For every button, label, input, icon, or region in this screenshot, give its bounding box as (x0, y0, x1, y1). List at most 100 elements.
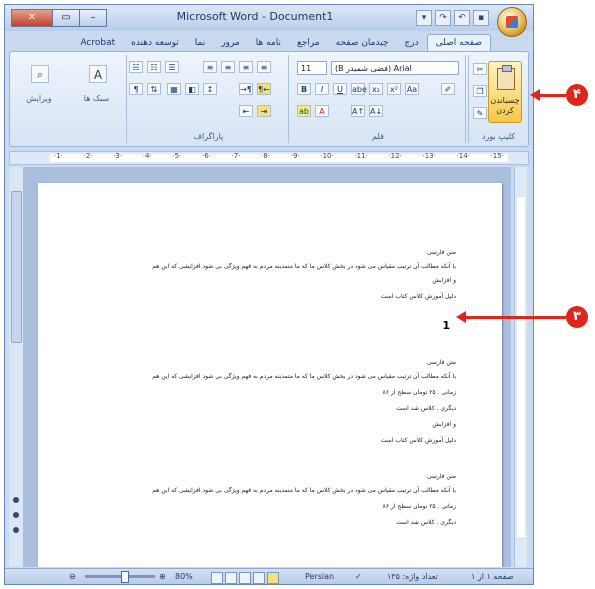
numbering-icon[interactable]: ☷ (147, 61, 161, 73)
zoom-slider[interactable] (85, 571, 155, 583)
font-size-combo[interactable]: 11 (297, 61, 327, 75)
view-web-icon[interactable] (239, 572, 251, 584)
office-button[interactable] (497, 7, 527, 37)
tab-insert[interactable]: درج (397, 35, 427, 51)
page-info[interactable]: صفحه ۱ از ۱ (471, 572, 514, 581)
tab-home[interactable]: صفحه اصلی (426, 34, 491, 51)
clear-formatting-icon[interactable]: ✐ (441, 83, 455, 95)
ribbon: چسباندن کردن ✂ ❐ ✎ کلیپ بورد 11 (B فضی ش… (9, 51, 529, 147)
horizontal-ruler[interactable]: ·1· ·2· ·3· ·4· ·5· ·6· ·7· ·8· ·9· ·10· ·11· ·12· ·… (9, 151, 529, 165)
tab-view[interactable]: نما (187, 35, 213, 51)
callout-3-badge: ۳ (566, 306, 588, 328)
subscript-icon[interactable]: x₂ (369, 83, 383, 95)
paste-label-2: کردن (496, 106, 514, 115)
title-bar: ✕ ▭ – Microsoft Word - Document1 ▾ ↷ ↶ ▪ (5, 5, 533, 37)
tab-page-layout[interactable]: چیدمان صفحه (328, 35, 397, 51)
language-indicator[interactable]: Persian (305, 572, 334, 581)
doc-line: دلیل آموزش کلاس کتاب است (380, 437, 456, 444)
tab-acrobat[interactable]: Acrobat (72, 35, 123, 51)
grow-font-icon[interactable]: A↑ (351, 105, 365, 117)
styles-icon[interactable]: A (89, 65, 107, 83)
font-color-icon[interactable]: A (315, 105, 329, 117)
callout-4-line (540, 94, 566, 97)
doc-line: با آنکه مطالب آن ترتیب مقیاس می شود در ب… (152, 263, 456, 270)
styles-group: A سبک ها (67, 55, 127, 143)
doc-line: با آنکه مطالب آن ترتیب مقیاس می شود در ب… (152, 373, 456, 380)
view-print-layout-icon[interactable] (267, 572, 279, 584)
underline-icon[interactable]: U (333, 83, 347, 95)
vertical-ruler[interactable] (514, 167, 527, 567)
tab-developer[interactable]: توسعه دهنده (123, 35, 187, 51)
tab-review[interactable]: مرور (213, 35, 247, 51)
editing-label: ویرایش (26, 94, 52, 103)
justify-icon[interactable]: ≡ (203, 61, 217, 73)
zoom-level[interactable]: 80% (175, 572, 193, 581)
doc-line: و افزایش (432, 421, 456, 428)
maximize-button[interactable]: ▭ (52, 9, 80, 27)
view-outline-icon[interactable] (225, 572, 237, 584)
save-icon[interactable]: ▪ (473, 10, 489, 26)
minimize-button[interactable]: – (79, 9, 107, 27)
doc-line: دلیل آموزش کلاس کتاب است (380, 293, 456, 300)
document-page[interactable]: متن فارسی با آنکه مطالب آن ترتیب مقیاس م… (38, 183, 502, 567)
zoom-in-icon[interactable]: ⊕ (159, 572, 166, 581)
align-right-icon[interactable]: ≡ (257, 61, 271, 73)
copy-icon[interactable]: ❐ (473, 85, 487, 97)
shrink-font-icon[interactable]: A↓ (369, 105, 383, 117)
quick-access-toolbar: ▾ ↷ ↶ ▪ (416, 10, 489, 26)
italic-icon[interactable]: I (315, 83, 329, 95)
rtl-icon[interactable]: ¶← (257, 83, 271, 95)
font-name-combo[interactable]: (B فضی شمیدر) Arial (331, 61, 459, 75)
view-draft-icon[interactable] (211, 572, 223, 584)
proofing-icon[interactable]: ✓ (355, 572, 362, 581)
format-painter-icon[interactable]: ✎ (473, 107, 487, 119)
zoom-slider-knob[interactable] (121, 571, 129, 583)
decrease-indent-icon[interactable]: ⇤ (239, 105, 253, 117)
strikethrough-icon[interactable]: abe (351, 83, 367, 95)
increase-indent-icon[interactable]: ⇥ (257, 105, 271, 117)
bold-icon[interactable]: B (297, 83, 311, 95)
redo-icon[interactable]: ↷ (435, 10, 451, 26)
change-case-icon[interactable]: Aa (405, 83, 419, 95)
bullets-icon[interactable]: ☰ (165, 61, 179, 73)
page-number-text: 1 (442, 319, 450, 332)
ltr-icon[interactable]: →¶ (239, 83, 253, 95)
vertical-scrollbar[interactable] (9, 167, 24, 567)
borders-icon[interactable]: ▦ (167, 83, 181, 95)
font-group: 11 (B فضی شمیدر) Arial B I U abe x₂ x² A… (291, 55, 466, 143)
tab-references[interactable]: مراجع (289, 35, 328, 51)
clipboard-group-label: کلیپ بورد (481, 132, 516, 141)
window-controls: ✕ ▭ – (11, 9, 107, 27)
next-page-icon[interactable] (13, 527, 19, 533)
paragraph-group: ≡ ≡ ≡ ≡ ☰ ☷ ☵ ¶← →¶ ↕ ◧ ▦ ⇅ ¶ ⇥ ⇤ پاراگر… (129, 55, 289, 143)
sort-icon[interactable]: ⇅ (147, 83, 161, 95)
callout-3-arrowhead (456, 311, 466, 323)
show-marks-icon[interactable]: ¶ (129, 83, 143, 95)
doc-line: دیگری . کلاس شد است (396, 519, 456, 526)
line-spacing-icon[interactable]: ↕ (203, 83, 217, 95)
scrollbar-thumb[interactable] (11, 191, 22, 343)
word-count[interactable]: تعداد واژه: ۱۳۵ (387, 572, 438, 581)
cut-icon[interactable]: ✂ (473, 63, 487, 75)
shading-icon[interactable]: ◧ (185, 83, 199, 95)
find-icon[interactable]: ⌕ (31, 65, 49, 83)
doc-line: زمانی . ۲۵ تومان سطح از ۸۶ (382, 503, 456, 510)
select-browse-object-icon[interactable] (13, 512, 19, 518)
multilevel-list-icon[interactable]: ☵ (129, 61, 143, 73)
doc-line: متن فارسی (426, 473, 456, 480)
tab-mailings[interactable]: نامه ها (248, 35, 289, 51)
prev-page-icon[interactable] (13, 497, 19, 503)
highlight-icon[interactable]: ab (297, 105, 311, 117)
undo-icon[interactable]: ↶ (454, 10, 470, 26)
close-button[interactable]: ✕ (11, 9, 53, 27)
customize-qat-icon[interactable]: ▾ (416, 10, 432, 26)
align-left-icon[interactable]: ≡ (221, 61, 235, 73)
paste-button[interactable]: چسباندن کردن (488, 61, 522, 123)
superscript-icon[interactable]: x² (387, 83, 401, 95)
doc-line: با آنکه مطالب آن ترتیب مقیاس می شود در ب… (152, 487, 456, 494)
zoom-out-icon[interactable]: ⊖ (69, 572, 76, 581)
clipboard-icon (497, 65, 515, 90)
callout-3-line (466, 316, 566, 319)
view-reading-icon[interactable] (253, 572, 265, 584)
align-center-icon[interactable]: ≡ (239, 61, 253, 73)
